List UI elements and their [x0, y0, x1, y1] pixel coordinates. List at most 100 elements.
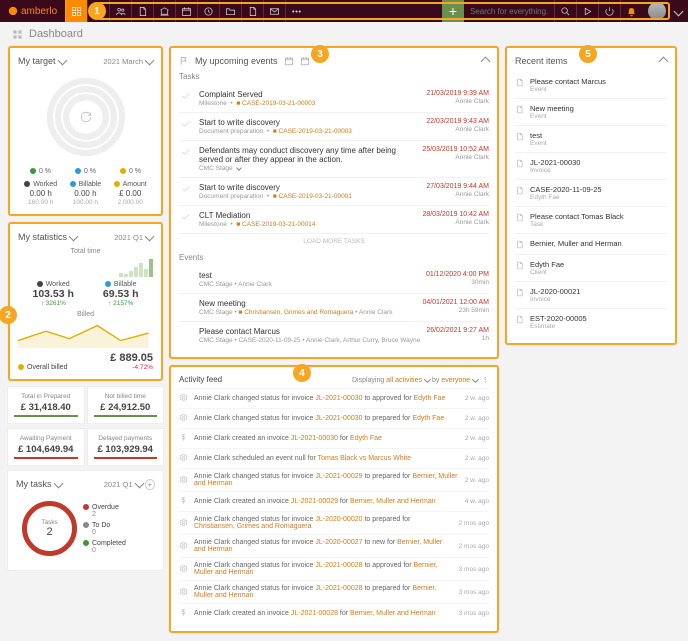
money-row-2: Awaiting Payment£ 104,649.94Delayed paym… [8, 429, 163, 465]
target-pct: 0 % [75, 168, 96, 175]
add-button[interactable]: + [442, 0, 464, 22]
activity-row[interactable]: Annie Clark changed status for invoice J… [179, 468, 489, 491]
task-stat: Completed0 [83, 540, 155, 554]
upcoming-title: My upcoming events [195, 56, 278, 66]
target-period[interactable]: 2021 March [103, 57, 153, 66]
task-row[interactable]: Defendants may conduct discovery any tim… [179, 140, 489, 177]
tasks-section-label: Tasks [179, 72, 489, 81]
search-button[interactable] [554, 0, 576, 22]
topbar: amberlo + 1 [0, 0, 688, 22]
feed-filter[interactable]: Displaying all activities by everyone ⋮ [352, 376, 489, 384]
recent-item[interactable]: Bernier, Muller and Herman [515, 233, 667, 254]
money-stat: Total in Prepared£ 31,418.40 [8, 387, 84, 423]
recent-item[interactable]: CASE-2020-11-09-25Edyth Fae [515, 179, 667, 206]
activity-row[interactable]: Annie Clark changed status for invoice J… [179, 388, 489, 408]
event-row[interactable]: New meetingCMC Stage • ■ Christiansen, G… [179, 293, 489, 321]
power-button[interactable] [598, 0, 620, 22]
user-menu-icon[interactable] [674, 6, 684, 16]
recent-item[interactable]: Please contact Tomas BlackTask [515, 206, 667, 233]
my-statistics-card: My statistics 2021 Q1 Total time Worked1… [8, 222, 163, 381]
activity-row[interactable]: Annie Clark changed status for invoice J… [179, 511, 489, 534]
feed-title: Activity feed [179, 375, 222, 384]
callout-1: 1 [88, 2, 106, 20]
nav-more-icon[interactable] [285, 0, 307, 22]
add-event-icon[interactable] [284, 56, 294, 66]
target-title[interactable]: My target [18, 56, 66, 66]
collapse-icon[interactable] [659, 56, 669, 66]
stats-bars [18, 257, 153, 277]
target-col: Amount£ 0.002,000.00 [114, 181, 147, 206]
tasks-title[interactable]: My tasks [16, 479, 62, 489]
dashboard-icon [12, 29, 23, 40]
load-more-tasks[interactable]: LOAD MORE TASKS [179, 233, 489, 249]
money-row-1: Total in Prepared£ 31,418.40Not billed t… [8, 387, 163, 423]
event-row[interactable]: testCMC Stage • Annie Clark01/12/2020 4:… [179, 266, 489, 293]
target-pct: 0 % [30, 168, 51, 175]
task-row[interactable]: CLT MediationMilestone • ■ CASE-2019-03-… [179, 205, 489, 233]
nav-billing-icon[interactable] [153, 0, 175, 22]
activity-row[interactable]: Annie Clark changed status for invoice J… [179, 534, 489, 557]
nav-notes-icon[interactable] [241, 0, 263, 22]
task-row[interactable]: Start to write discoveryDocument prepara… [179, 177, 489, 205]
nav-clients-icon[interactable] [109, 0, 131, 22]
nav-dashboard-icon[interactable] [65, 0, 87, 22]
upcoming-events-card: 3 My upcoming events Tasks Complaint Ser… [169, 46, 499, 359]
recent-item[interactable]: Edyth FaeClient [515, 254, 667, 281]
activity-row[interactable]: Annie Clark created an invoice JL-2021-0… [179, 428, 489, 448]
target-donut [18, 72, 153, 162]
overall-billed-label: Overall billed [18, 362, 67, 371]
collapse-icon[interactable] [481, 56, 491, 66]
recent-item[interactable]: EST-2020-00005Estimate [515, 308, 667, 335]
target-pct: 0 % [120, 168, 141, 175]
stats-subtitle: Total time [18, 248, 153, 255]
recent-item[interactable]: JL-2021-00030Invoice [515, 152, 667, 179]
nav-calendar-icon[interactable] [175, 0, 197, 22]
my-tasks-card: My tasks 2021 Q1 + Tasks 2 Overdue2 To Do… [8, 471, 163, 570]
activity-row[interactable]: Annie Clark changed status for invoice J… [179, 557, 489, 580]
activity-feed-card: 4 Activity feed Displaying all activitie… [169, 365, 499, 633]
callout-3: 3 [311, 45, 329, 63]
activity-row[interactable]: Annie Clark created an invoice JL-2021-0… [179, 491, 489, 511]
task-stat: To Do0 [83, 522, 155, 536]
my-target-card: My target 2021 March 0 % 0 % 0 % Worked0.0… [8, 46, 163, 216]
nav-docs-icon[interactable] [131, 0, 153, 22]
activity-row[interactable]: Annie Clark changed status for invoice J… [179, 580, 489, 603]
task-row[interactable]: Complaint ServedMilestone • ■ CASE-2019-… [179, 85, 489, 112]
task-row[interactable]: Start to write discoveryDocument prepara… [179, 112, 489, 140]
overall-billed-value: £ 889.05-4.72% [110, 352, 153, 371]
flag-icon [179, 56, 189, 66]
callout-5: 5 [579, 45, 597, 63]
event-row[interactable]: Please contact MarcusCMC Stage • CASE-20… [179, 321, 489, 349]
activity-row[interactable]: Annie Clark changed status for invoice J… [179, 408, 489, 428]
target-col: Worked0.00 h160.00 h [24, 181, 57, 206]
recent-item[interactable]: JL-2020-00021Invoice [515, 281, 667, 308]
search-input[interactable] [464, 0, 554, 22]
billed-sparkline [18, 320, 149, 348]
logo[interactable]: amberlo [0, 6, 65, 17]
billed-label: Billed [18, 311, 153, 318]
nav-time-icon[interactable] [197, 0, 219, 22]
activity-row[interactable]: Annie Clark created an invoice JL-2021-0… [179, 603, 489, 623]
nav-folder-icon[interactable] [219, 0, 241, 22]
recent-title: Recent items [515, 56, 568, 66]
notifications-icon[interactable] [620, 0, 642, 22]
stat-billable: Billable69.53 h↑ 2157% [103, 281, 139, 307]
task-stat: Overdue2 [83, 504, 155, 518]
recent-item[interactable]: Please contact MarcusEvent [515, 72, 667, 98]
money-stat: Awaiting Payment£ 104,649.94 [8, 429, 84, 465]
avatar[interactable] [648, 2, 666, 20]
recent-item[interactable]: New meetingEvent [515, 98, 667, 125]
recent-items-card: 5 Recent items Please contact MarcusEven… [505, 46, 677, 345]
tasks-period[interactable]: 2021 Q1 + [104, 480, 155, 489]
timer-button[interactable] [576, 0, 598, 22]
add-task-icon[interactable] [300, 56, 310, 66]
events-section-label: Events [179, 253, 489, 262]
tasks-ring: Tasks 2 [22, 501, 77, 556]
money-stat: Not billed time£ 24,912.50 [88, 387, 164, 423]
nav-mail-icon[interactable] [263, 0, 285, 22]
stats-title[interactable]: My statistics [18, 232, 77, 242]
stats-period[interactable]: 2021 Q1 [114, 233, 153, 242]
activity-row[interactable]: Annie Clark scheduled an event null for … [179, 448, 489, 468]
target-col: Billable0.00 h100.00 h [70, 181, 102, 206]
recent-item[interactable]: testEvent [515, 125, 667, 152]
